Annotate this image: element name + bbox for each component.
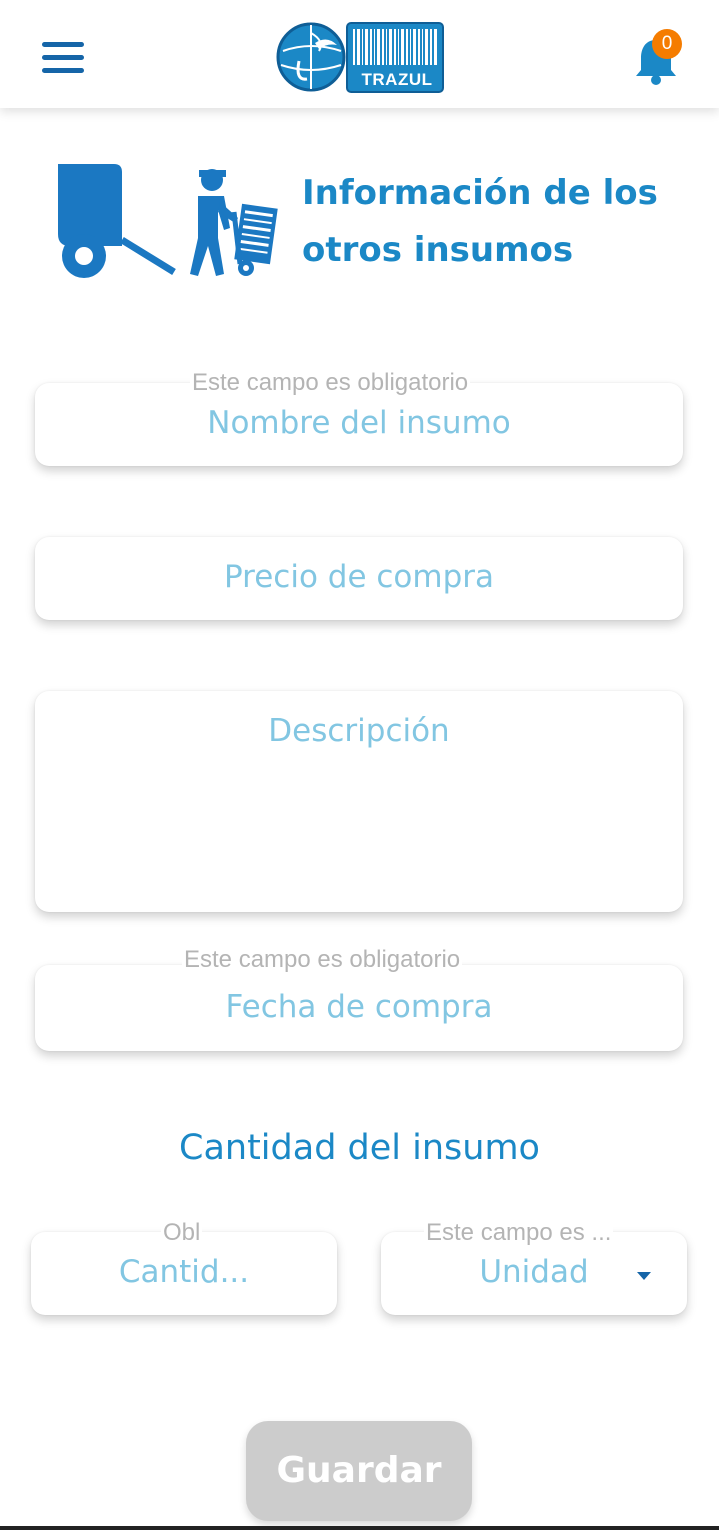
purchase-price-placeholder: Precio de compra bbox=[224, 559, 494, 595]
quantity-placeholder: Cantid... bbox=[118, 1254, 250, 1290]
menu-icon[interactable] bbox=[38, 38, 88, 78]
unit-required-hint: Este campo es ... bbox=[424, 1219, 614, 1247]
description-placeholder: Descripción bbox=[268, 713, 450, 749]
page-title-line2: otros insumos bbox=[302, 230, 574, 270]
caret-down-icon[interactable] bbox=[637, 1272, 651, 1280]
notification-badge: 0 bbox=[652, 29, 682, 59]
purchase-price-input[interactable]: Precio de compra bbox=[35, 537, 683, 620]
delivery-truck-icon bbox=[58, 164, 278, 278]
supply-name-placeholder: Nombre del insumo bbox=[207, 405, 511, 441]
page-title: Información de los otros insumos bbox=[302, 165, 702, 279]
save-button[interactable]: Guardar bbox=[246, 1421, 472, 1521]
page-title-line1: Información de los bbox=[302, 173, 658, 213]
quantity-required-hint: Obl bbox=[161, 1219, 203, 1247]
supply-name-required-hint: Este campo es obligatorio bbox=[190, 369, 471, 397]
description-textarea[interactable]: Descripción bbox=[35, 691, 683, 912]
purchase-date-required-hint: Este campo es obligatorio bbox=[182, 946, 463, 974]
quantity-section-title: Cantidad del insumo bbox=[179, 1128, 540, 1168]
app-header: TRAZUL 0 bbox=[0, 0, 719, 108]
purchase-date-input[interactable]: Fecha de compra bbox=[35, 965, 683, 1051]
logo-text: TRAZUL bbox=[361, 70, 433, 89]
purchase-date-placeholder: Fecha de compra bbox=[225, 989, 493, 1025]
nav-bar-edge bbox=[0, 1526, 719, 1530]
